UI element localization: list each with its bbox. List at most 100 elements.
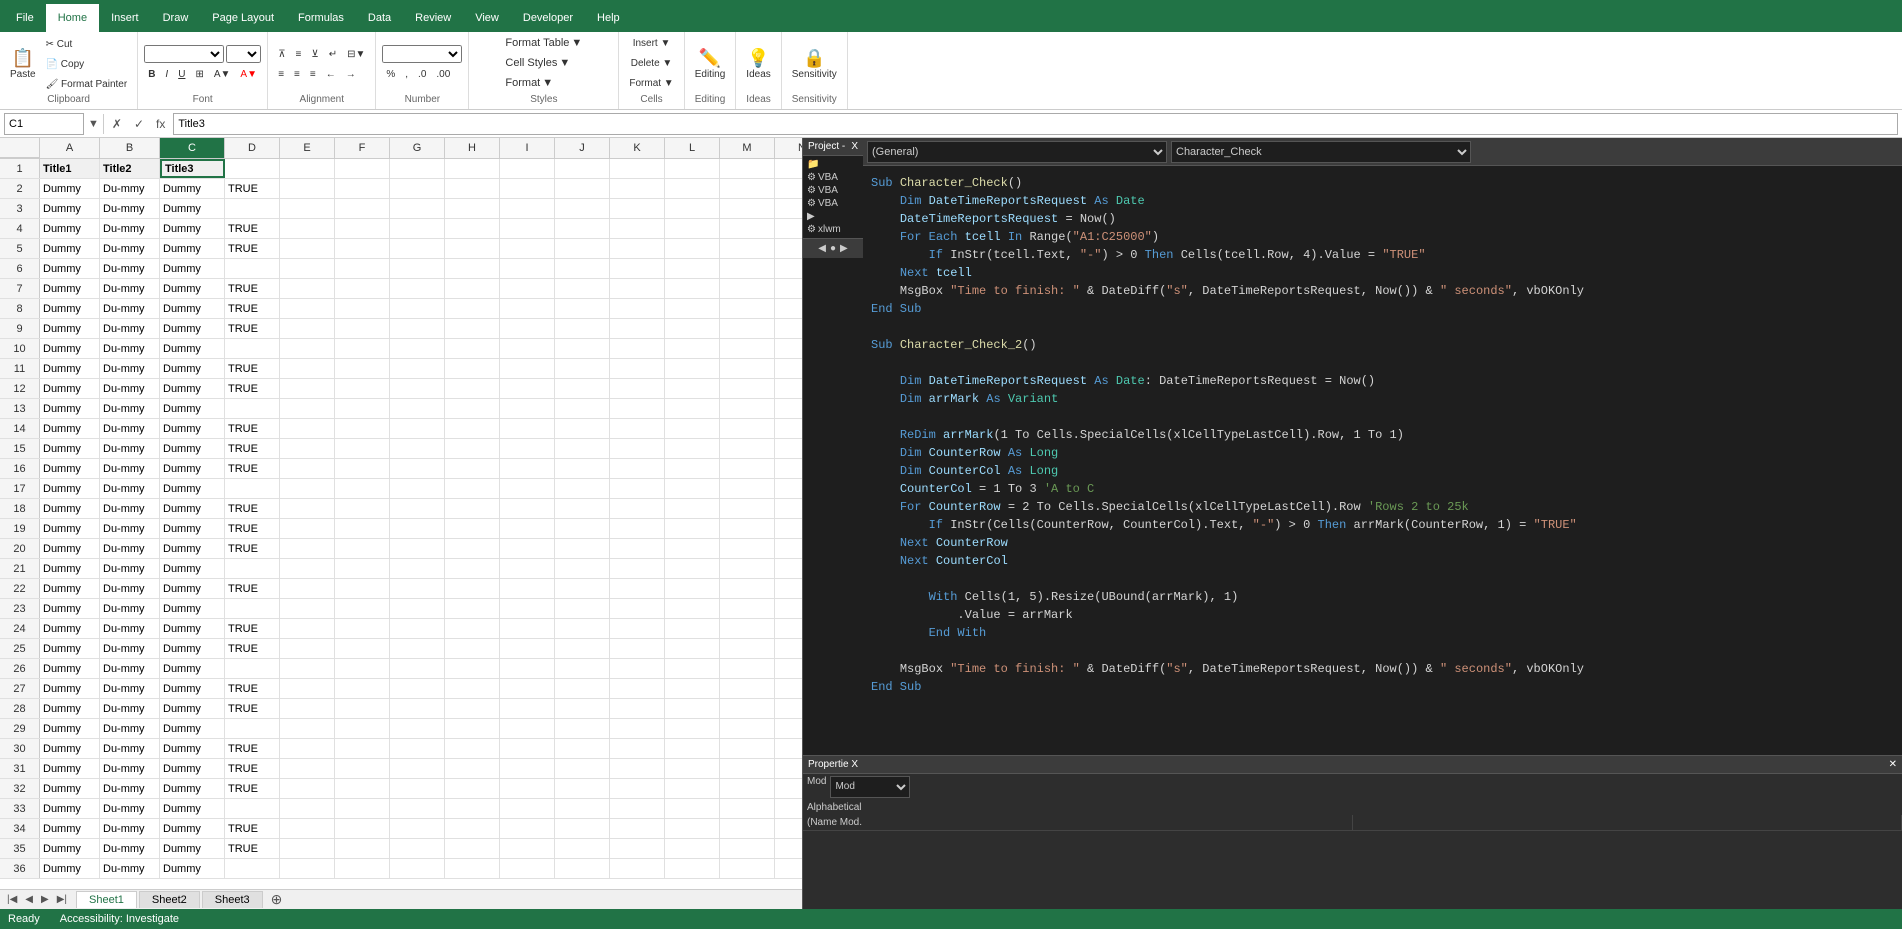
cell-N10[interactable] (775, 339, 802, 358)
cell-B19[interactable]: Du-mmy (100, 519, 160, 538)
cell-D13[interactable] (225, 399, 280, 418)
cell-M11[interactable] (720, 359, 775, 378)
cell-F35[interactable] (335, 839, 390, 858)
cell-K4[interactable] (610, 219, 665, 238)
insert-function-button[interactable]: fx (152, 117, 169, 131)
name-box-expand[interactable]: ▼ (88, 118, 99, 130)
cell-H24[interactable] (445, 619, 500, 638)
cell-L29[interactable] (665, 719, 720, 738)
cell-N6[interactable] (775, 259, 802, 278)
cell-L12[interactable] (665, 379, 720, 398)
cell-K36[interactable] (610, 859, 665, 878)
cell-J32[interactable] (555, 779, 610, 798)
cell-A19[interactable]: Dummy (40, 519, 100, 538)
cell-H30[interactable] (445, 739, 500, 758)
cell-J3[interactable] (555, 199, 610, 218)
editing-button[interactable]: ✏️ Editing (691, 38, 730, 90)
cell-C14[interactable]: Dummy (160, 419, 225, 438)
cell-H18[interactable] (445, 499, 500, 518)
cell-I30[interactable] (500, 739, 555, 758)
cell-N34[interactable] (775, 819, 802, 838)
cell-A6[interactable]: Dummy (40, 259, 100, 278)
cell-E33[interactable] (280, 799, 335, 818)
cell-D23[interactable] (225, 599, 280, 618)
cell-C26[interactable]: Dummy (160, 659, 225, 678)
cell-C24[interactable]: Dummy (160, 619, 225, 638)
cell-B33[interactable]: Du-mmy (100, 799, 160, 818)
cell-N35[interactable] (775, 839, 802, 858)
cell-J20[interactable] (555, 539, 610, 558)
col-header-n[interactable]: N (775, 138, 802, 158)
tree-m[interactable]: ▶ (805, 210, 861, 223)
cell-b1[interactable]: Title2 (100, 159, 160, 178)
cell-J14[interactable] (555, 419, 610, 438)
cell-N3[interactable] (775, 199, 802, 218)
cell-K19[interactable] (610, 519, 665, 538)
cell-J36[interactable] (555, 859, 610, 878)
cell-H34[interactable] (445, 819, 500, 838)
cell-C12[interactable]: Dummy (160, 379, 225, 398)
cell-L9[interactable] (665, 319, 720, 338)
cell-B31[interactable]: Du-mmy (100, 759, 160, 778)
cell-A8[interactable]: Dummy (40, 299, 100, 318)
cell-M9[interactable] (720, 319, 775, 338)
cell-D29[interactable] (225, 719, 280, 738)
cell-n1[interactable] (775, 159, 802, 178)
cell-G23[interactable] (390, 599, 445, 618)
cell-C31[interactable]: Dummy (160, 759, 225, 778)
cell-F32[interactable] (335, 779, 390, 798)
cell-L16[interactable] (665, 459, 720, 478)
cell-C18[interactable]: Dummy (160, 499, 225, 518)
paste-button[interactable]: 📋 Paste (6, 38, 40, 90)
cell-M20[interactable] (720, 539, 775, 558)
cell-A25[interactable]: Dummy (40, 639, 100, 658)
cell-D26[interactable] (225, 659, 280, 678)
props-mod-select[interactable]: Mod (830, 776, 910, 798)
bold-button[interactable]: B (144, 65, 159, 83)
cell-I32[interactable] (500, 779, 555, 798)
cell-M35[interactable] (720, 839, 775, 858)
cell-E20[interactable] (280, 539, 335, 558)
cell-J29[interactable] (555, 719, 610, 738)
cell-E23[interactable] (280, 599, 335, 618)
cell-N33[interactable] (775, 799, 802, 818)
cell-G7[interactable] (390, 279, 445, 298)
cell-f1[interactable] (335, 159, 390, 178)
cell-J9[interactable] (555, 319, 610, 338)
tab-file[interactable]: File (4, 4, 46, 32)
cell-J24[interactable] (555, 619, 610, 638)
cell-D10[interactable] (225, 339, 280, 358)
tree-vba1[interactable]: ⚙ VBA (805, 171, 861, 184)
cell-I5[interactable] (500, 239, 555, 258)
cell-B17[interactable]: Du-mmy (100, 479, 160, 498)
cell-M3[interactable] (720, 199, 775, 218)
cell-G33[interactable] (390, 799, 445, 818)
cell-G2[interactable] (390, 179, 445, 198)
cell-A2[interactable]: Dummy (40, 179, 100, 198)
cell-F2[interactable] (335, 179, 390, 198)
cell-M33[interactable] (720, 799, 775, 818)
cell-D20[interactable]: TRUE (225, 539, 280, 558)
panel-nav-left[interactable]: ◀ (818, 243, 826, 254)
nav-last[interactable]: ▶| (54, 894, 70, 905)
cell-M22[interactable] (720, 579, 775, 598)
row-num-33[interactable]: 33 (0, 799, 40, 818)
cell-B32[interactable]: Du-mmy (100, 779, 160, 798)
cell-N19[interactable] (775, 519, 802, 538)
cell-J23[interactable] (555, 599, 610, 618)
cell-L20[interactable] (665, 539, 720, 558)
cell-J8[interactable] (555, 299, 610, 318)
cell-N2[interactable] (775, 179, 802, 198)
cell-F26[interactable] (335, 659, 390, 678)
row-num-21[interactable]: 21 (0, 559, 40, 578)
cell-B35[interactable]: Du-mmy (100, 839, 160, 858)
cell-M24[interactable] (720, 619, 775, 638)
cell-B28[interactable]: Du-mmy (100, 699, 160, 718)
cell-I36[interactable] (500, 859, 555, 878)
row-num-9[interactable]: 9 (0, 319, 40, 338)
cell-B5[interactable]: Du-mmy (100, 239, 160, 258)
cell-m1[interactable] (720, 159, 775, 178)
cell-G29[interactable] (390, 719, 445, 738)
cell-A36[interactable]: Dummy (40, 859, 100, 878)
cell-N16[interactable] (775, 459, 802, 478)
